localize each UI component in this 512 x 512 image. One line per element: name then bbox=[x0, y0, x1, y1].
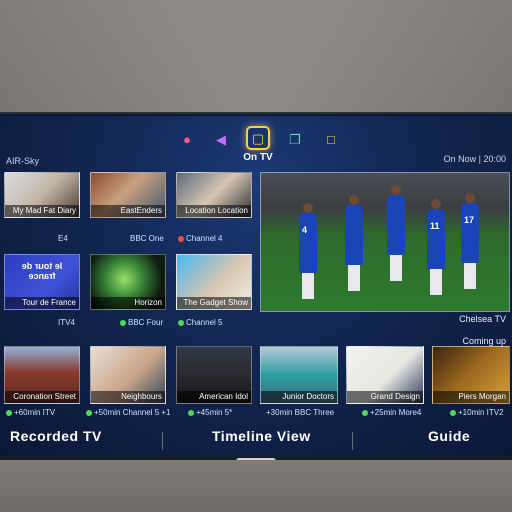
player-figure bbox=[345, 195, 363, 291]
nav-divider bbox=[162, 432, 163, 450]
program-tile-junior-doctors[interactable]: Junior Doctors bbox=[260, 346, 338, 404]
program-title: Horizon bbox=[91, 297, 165, 309]
nav-divider bbox=[352, 432, 353, 450]
program-tile-grand-design[interactable]: Grand Design bbox=[346, 346, 424, 404]
channel-caption: Chelsea TV bbox=[459, 314, 506, 324]
floor-background bbox=[0, 460, 512, 512]
program-tile-the-gadget-show[interactable]: The Gadget Show bbox=[176, 254, 252, 310]
program-tile-eastenders[interactable]: EastEnders bbox=[90, 172, 166, 218]
program-channel: E4 bbox=[58, 234, 68, 243]
program-title: American Idol bbox=[177, 391, 251, 403]
program-title: Tour de France bbox=[5, 297, 79, 309]
program-channel: Channel 4 bbox=[176, 234, 222, 243]
timeline-view-button[interactable]: Timeline View bbox=[212, 428, 311, 444]
program-channel: BBC One bbox=[130, 234, 164, 243]
program-title: Piers Morgan bbox=[433, 391, 509, 403]
television: ● ◀ ▢ ❐ □ On TV AIR-Sky On Now | 20:00 M… bbox=[0, 112, 512, 460]
bottom-nav: Recorded TV Timeline View Guide bbox=[0, 422, 512, 456]
status-dot bbox=[178, 235, 184, 242]
chat-icon[interactable]: □ bbox=[320, 128, 342, 150]
status-dot bbox=[178, 319, 184, 326]
tour-logo: le tour de france bbox=[21, 261, 63, 281]
program-title: Neighbours bbox=[91, 391, 165, 403]
status-dot bbox=[120, 319, 126, 326]
play-icon[interactable]: ◀ bbox=[210, 128, 232, 150]
source-label: AIR-Sky bbox=[6, 156, 40, 166]
tv-icon[interactable]: ▢ bbox=[246, 126, 270, 150]
program-schedule: +45min 5* bbox=[186, 408, 232, 417]
program-title: Location Location bbox=[177, 205, 251, 217]
status-dot bbox=[6, 409, 12, 416]
recorded-tv-button[interactable]: Recorded TV bbox=[10, 428, 102, 444]
program-title: My Mad Fat Diary bbox=[5, 205, 79, 217]
status-dot bbox=[450, 409, 456, 416]
status-dot bbox=[86, 409, 92, 416]
live-tv-preview[interactable]: 4 11 17 bbox=[260, 172, 510, 312]
player-figure bbox=[387, 185, 405, 281]
program-tile-location-location[interactable]: Location Location bbox=[176, 172, 252, 218]
on-now-time: On Now | 20:00 bbox=[443, 154, 506, 164]
program-title: Grand Design bbox=[347, 391, 423, 403]
program-title: The Gadget Show bbox=[177, 297, 251, 309]
camera-icon[interactable]: ● bbox=[176, 128, 198, 150]
smart-hub-screen: ● ◀ ▢ ❐ □ On TV AIR-Sky On Now | 20:00 M… bbox=[0, 116, 512, 456]
program-schedule: +60min ITV bbox=[4, 408, 55, 417]
program-schedule: +50min Channel 5 +1 bbox=[84, 408, 171, 417]
program-tile-neighbours[interactable]: Neighbours bbox=[90, 346, 166, 404]
program-tile-piers-morgan[interactable]: Piers Morgan bbox=[432, 346, 510, 404]
player-figure: 11 bbox=[427, 199, 445, 295]
program-channel: ITV4 bbox=[58, 318, 75, 327]
program-channel: BBC Four bbox=[118, 318, 163, 327]
player-figure: 17 bbox=[461, 193, 479, 289]
top-nav: ● ◀ ▢ ❐ □ On TV bbox=[0, 122, 512, 166]
program-tile-american-idol[interactable]: American Idol bbox=[176, 346, 252, 404]
tab-on-tv-label[interactable]: On TV bbox=[241, 152, 275, 163]
program-tile-horizon[interactable]: Horizon bbox=[90, 254, 166, 310]
status-dot bbox=[362, 409, 368, 416]
coming-up-label: Coming up bbox=[462, 336, 506, 346]
status-dot bbox=[188, 409, 194, 416]
program-tile-tour-de-france[interactable]: le tour de france Tour de France bbox=[4, 254, 80, 310]
apps-icon[interactable]: ❐ bbox=[284, 128, 306, 150]
program-tile-my-mad-fat-diary[interactable]: My Mad Fat Diary bbox=[4, 172, 80, 218]
program-title: EastEnders bbox=[91, 205, 165, 217]
program-schedule: +25min More4 bbox=[360, 408, 421, 417]
program-schedule: +10min ITV2 bbox=[448, 408, 504, 417]
player-figure: 4 bbox=[299, 203, 317, 299]
program-schedule: +30min BBC Three bbox=[266, 408, 335, 417]
guide-button[interactable]: Guide bbox=[428, 428, 470, 444]
program-channel: Channel 5 bbox=[176, 318, 222, 327]
program-title: Coronation Street bbox=[5, 391, 79, 403]
program-tile-coronation-street[interactable]: Coronation Street bbox=[4, 346, 80, 404]
program-title: Junior Doctors bbox=[261, 391, 337, 403]
